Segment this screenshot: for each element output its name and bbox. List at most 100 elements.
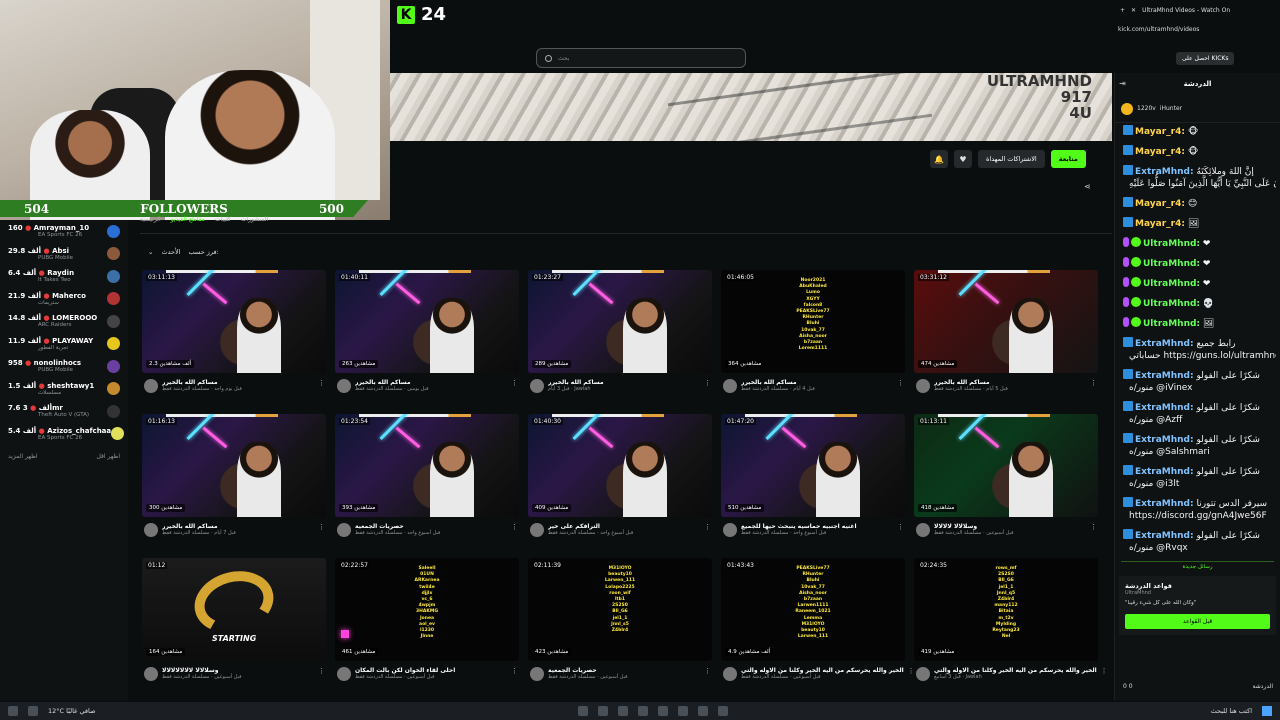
video-card[interactable]: 01:16:13 300 مشاهدين مساكم الله بالخيرر قبل…	[142, 414, 326, 558]
video-title[interactable]: الترافكم على خير	[548, 523, 700, 530]
new-tab-icon[interactable]: +	[1120, 7, 1125, 14]
video-thumbnail[interactable]: M31lOYO beauty10 Larwen_111 Lolapo2225 roon_…	[528, 558, 712, 661]
sidebar-channel-item[interactable]: 11.9 ألف ● PLAYAWAY تجربة الفطور	[0, 333, 128, 356]
show-more-link[interactable]: اظهر المزيد	[8, 453, 38, 460]
chat-input[interactable]: 0 0 الدردشة	[1119, 678, 1277, 694]
chat-username[interactable]: ExtraMhnd:	[1135, 371, 1194, 381]
video-card[interactable]: STARTING 01:12 164 مشاهدين وسلالالا لالالال…	[142, 558, 326, 702]
pinned-sub-banner[interactable]: 1220v iHunter	[1115, 95, 1280, 123]
kick-logo[interactable]: K 24	[397, 4, 446, 25]
weather-widget[interactable]: 12°C صافي غالبًا	[48, 707, 96, 715]
video-thumbnail[interactable]: 01:40:11 263 مشاهدين	[335, 270, 519, 373]
more-options-icon[interactable]: ⋮	[704, 523, 712, 531]
sidebar-channel-item[interactable]: 160 ● Amrayman_10 EA Sports FC 26	[0, 220, 128, 243]
video-card[interactable]: Saleell 01UN ARKarnea twil4e djjlx vc_6 4wpjm 3…	[335, 558, 519, 702]
video-title[interactable]: احلى لقاء الخوان لكن بالت المكان	[355, 667, 507, 674]
video-title[interactable]: مساكم الله بالخيرر	[548, 379, 700, 386]
bell-icon[interactable]: 🔔	[930, 150, 948, 168]
tab-videos[interactable]: مقاطع الفيديو	[171, 216, 205, 223]
video-card[interactable]: rows_mf 2S2S0 Bll_G6 jel1_1 Jnnl_q5 Z4blr4 man…	[914, 558, 1108, 702]
video-card[interactable]: 01:13:11 418 مشاهدين وسلالالا لالالالا قبل …	[914, 414, 1098, 558]
get-kicks-button[interactable]: احصل على KICKs	[1176, 52, 1235, 65]
tab-clips[interactable]: كليبات	[215, 216, 231, 223]
more-options-icon[interactable]: ⋮	[704, 667, 712, 675]
taskbar-app-icon[interactable]	[698, 706, 709, 716]
video-title[interactable]: وسلالالا لالالالالالالا	[162, 667, 314, 674]
sidebar-channel-item[interactable]: 14.8 ألف ● LOMEROOO ARC Raiders	[0, 310, 128, 333]
video-thumbnail[interactable]: rows_mf 2S2S0 Bll_G6 jel1_1 Jnnl_q5 Z4blr4 man…	[914, 558, 1098, 661]
video-thumbnail[interactable]: Noor2021 AbuKhaled Lumo XGYY falcon8 PEAKSLiv…	[721, 270, 905, 373]
more-options-icon[interactable]: ⋮	[1090, 379, 1098, 387]
more-options-icon[interactable]: ⋮	[511, 667, 519, 675]
sidebar-channel-item[interactable]: 958 ● nonolinhocs PUBG Mobile	[0, 355, 128, 378]
address-bar[interactable]: kick.com/ultramhnd/videos	[1118, 26, 1199, 33]
video-thumbnail[interactable]: 01:47:20 510 مشاهدين	[721, 414, 905, 517]
browser-tab-title[interactable]: UltraMhnd Videos - Watch On	[1142, 7, 1230, 14]
chat-username[interactable]: Mayar_r4:	[1135, 199, 1185, 209]
taskbar-app-icon[interactable]	[578, 706, 589, 716]
video-card[interactable]: 01:40:11 263 مشاهدين مساكم الله بالخيرر قبل…	[335, 270, 519, 414]
more-options-icon[interactable]: ⋮	[897, 523, 905, 531]
chat-username[interactable]: UltraMhnd:	[1143, 299, 1200, 309]
video-card[interactable]: PEAKSLive77 RHunter Bluhi 10vak_77 Aisha_noo…	[721, 558, 915, 702]
video-title[interactable]: مساكم الله بالخيرر	[934, 379, 1086, 386]
chat-username[interactable]: ExtraMhnd:	[1135, 531, 1194, 541]
taskbar-app-icon[interactable]	[598, 706, 609, 716]
video-thumbnail[interactable]: 01:23:27 289 مشاهدين	[528, 270, 712, 373]
gift-subs-button[interactable]: الاشتراكات المهداة	[978, 150, 1045, 168]
video-thumbnail[interactable]: Saleell 01UN ARKarnea twil4e djjlx vc_6 4wpjm 3…	[335, 558, 519, 661]
taskbar-app-icon[interactable]	[678, 706, 689, 716]
more-options-icon[interactable]: ⋮	[511, 379, 519, 387]
sidebar-channel-item[interactable]: 5.4 ألف ● Azizos_chafchaa EA Sports FC 26	[0, 423, 128, 446]
tab-home[interactable]: الرئيسية	[140, 216, 161, 223]
video-thumbnail[interactable]: 03:31:12 474 مشاهدين	[914, 270, 1098, 373]
video-thumbnail[interactable]: STARTING 01:12 164 مشاهدين	[142, 558, 326, 661]
taskbar-search[interactable]: اكتب هنا للبحث	[1211, 707, 1252, 715]
video-card[interactable]: Noor2021 AbuKhaled Lumo XGYY falcon8 PEAKSLiv…	[721, 270, 905, 414]
video-title[interactable]: مساكم الله بالخيرر	[741, 379, 893, 386]
video-thumbnail[interactable]: 01:16:13 300 مشاهدين	[142, 414, 326, 517]
taskbar-app-icon[interactable]	[618, 706, 629, 716]
taskbar-app-icon[interactable]	[28, 706, 38, 716]
video-thumbnail[interactable]: 03:11:13 2.3 ألف مشاهدين	[142, 270, 326, 373]
more-options-icon[interactable]: ⋮	[1101, 667, 1108, 675]
video-thumbnail[interactable]: PEAKSLive77 RHunter Bluhi 10vak_77 Aisha_noo…	[721, 558, 905, 661]
video-title[interactable]: مساكم الله بالخيرر	[162, 523, 314, 530]
chat-username[interactable]: ExtraMhnd:	[1135, 499, 1194, 509]
video-card[interactable]: M31lOYO beauty10 Larwen_111 Lolapo2225 roon_…	[528, 558, 712, 702]
close-tab-icon[interactable]: ✕	[1131, 7, 1136, 14]
sidebar-channel-item[interactable]: 29.8 ألف ● Absi PUBG Mobile	[0, 243, 128, 266]
video-card[interactable]: 01:23:27 289 مشاهدين مساكم الله بالخيرر قبل…	[528, 270, 712, 414]
taskbar-app-icon[interactable]	[718, 706, 729, 716]
video-title[interactable]: حصريات الجمعية	[548, 667, 700, 674]
taskbar-app-icon[interactable]	[658, 706, 669, 716]
sidebar-channel-item[interactable]: 6.4 ألف ● Raydin It Takes Two	[0, 265, 128, 288]
show-less-link[interactable]: اظهر اقل	[96, 453, 120, 460]
chat-username[interactable]: Mayar_r4:	[1135, 147, 1185, 157]
video-title[interactable]: الخير والله يحرسكم من اليه الخير وكلنا م…	[934, 667, 1097, 674]
video-title[interactable]: حصريات الجمعية	[355, 523, 507, 530]
chat-username[interactable]: UltraMhnd:	[1143, 279, 1200, 289]
video-title[interactable]: وسلالالا لالالالا	[934, 523, 1086, 530]
video-card[interactable]: 01:23:54 393 مشاهدين حصريات الجمعية قبل أسب…	[335, 414, 519, 558]
share-icon[interactable]: ⋖	[1084, 182, 1091, 191]
taskbar-app-icon[interactable]	[8, 706, 18, 716]
video-title[interactable]: اغنيه اجنبيه حماسيه ينبحث حيها للجميع	[741, 523, 893, 530]
video-card[interactable]: 03:31:12 474 مشاهدين مساكم الله بالخيرر قبل…	[914, 270, 1098, 414]
chat-username[interactable]: UltraMhnd:	[1143, 319, 1200, 329]
video-title[interactable]: مساكم الله بالخيرر	[355, 379, 507, 386]
sidebar-channel-item[interactable]: 7.6 ألف ● 3mr Theft Auto V (GTA)	[0, 400, 128, 423]
more-options-icon[interactable]: ⋮	[318, 523, 326, 531]
chat-username[interactable]: ExtraMhnd:	[1135, 435, 1194, 445]
video-thumbnail[interactable]: 01:13:11 418 مشاهدين	[914, 414, 1098, 517]
video-card[interactable]: 01:40:30 409 مشاهدين الترافكم على خير قبل أ…	[528, 414, 712, 558]
chat-username[interactable]: ExtraMhnd:	[1135, 167, 1194, 177]
taskbar-app-icon[interactable]	[638, 706, 649, 716]
chat-username[interactable]: ExtraMhnd:	[1135, 339, 1194, 349]
more-options-icon[interactable]: ⋮	[1090, 523, 1098, 531]
video-title[interactable]: الخير والله يحرسكم من اليه الخير وكلنا م…	[741, 667, 904, 674]
more-options-icon[interactable]: ⋮	[897, 379, 905, 387]
chat-username[interactable]: Mayar_r4:	[1135, 219, 1185, 229]
heart-icon[interactable]: ♥	[954, 150, 972, 168]
video-title[interactable]: مساكم الله بالخيرر	[162, 379, 314, 386]
